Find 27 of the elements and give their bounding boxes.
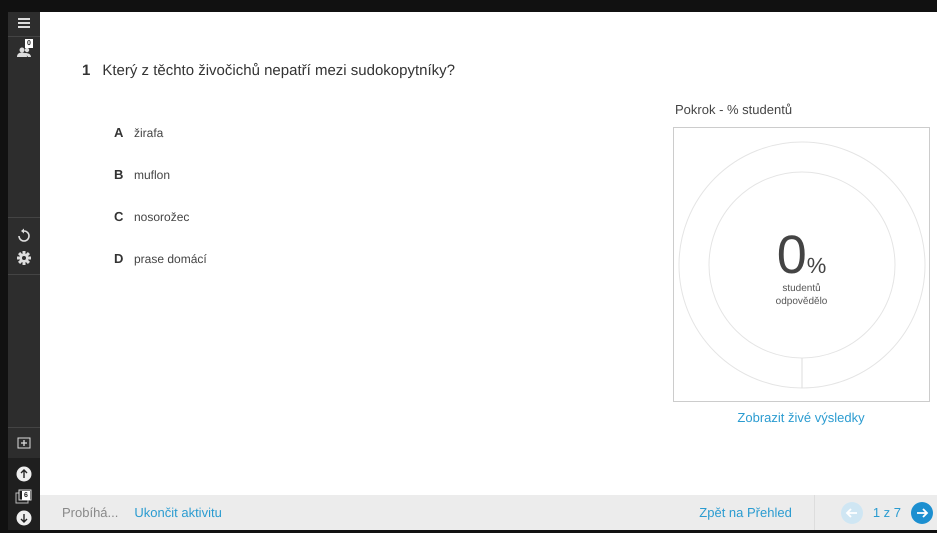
answer-text: žirafa xyxy=(134,126,164,140)
progress-title: Pokrok - % studentů xyxy=(675,102,794,117)
answer-letter: A xyxy=(114,125,124,140)
answer-text: nosorožec xyxy=(134,210,190,224)
caption-line: studentů xyxy=(782,282,821,295)
menu-icon[interactable] xyxy=(16,15,32,31)
percent-sign: % xyxy=(806,253,826,279)
add-slide-icon[interactable] xyxy=(17,436,31,450)
percent-value: 0 xyxy=(776,228,807,282)
reset-icon[interactable] xyxy=(16,228,32,244)
answer-text: prase domácí xyxy=(134,252,207,266)
caption-line: odpovědělo xyxy=(776,295,828,308)
answer-text: muflon xyxy=(134,168,170,182)
left-arrow-icon xyxy=(844,506,859,520)
live-results-link[interactable]: Zobrazit živé výsledky xyxy=(737,410,865,425)
question-number: 1 xyxy=(82,62,90,79)
settings-icon[interactable] xyxy=(16,250,32,266)
answer-letter: D xyxy=(114,251,124,266)
right-arrow-icon xyxy=(915,506,929,520)
next-button[interactable] xyxy=(911,502,933,524)
end-activity-link[interactable]: Ukončit aktivitu xyxy=(134,505,222,520)
answer-letter: C xyxy=(114,209,124,224)
answer-letter: B xyxy=(114,167,124,182)
status-text: Probíhá... xyxy=(62,505,118,520)
back-to-overview-link[interactable]: Zpět na Přehled xyxy=(699,505,792,520)
question-text: Který z těchto živočichů nepatří mezi sudokopytníky? xyxy=(102,62,456,79)
page-counter: 1 z 7 xyxy=(872,505,901,520)
